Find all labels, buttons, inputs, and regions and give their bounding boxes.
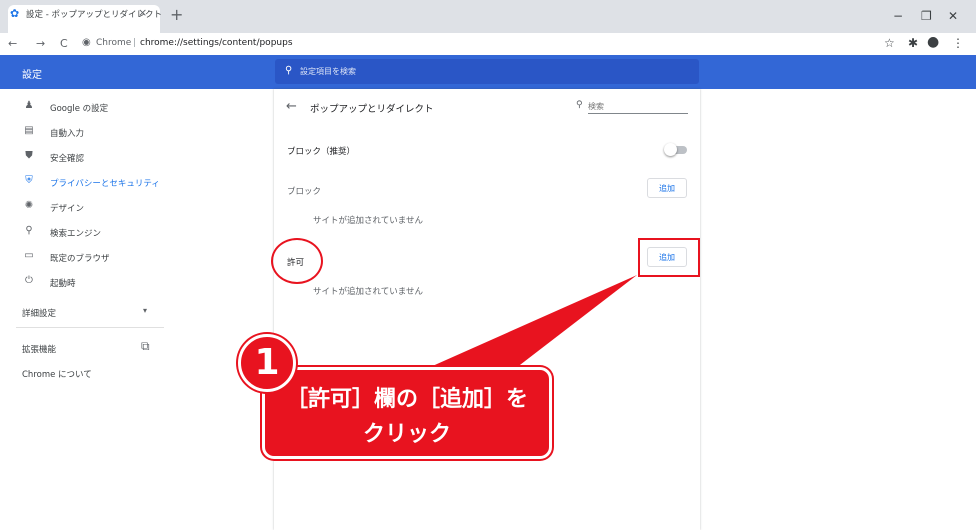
callout-text-line1: ［許可］欄の［追加］を — [285, 387, 528, 412]
step-number-badge: 1 — [238, 334, 296, 392]
callout-text-line2: クリック — [362, 422, 451, 447]
